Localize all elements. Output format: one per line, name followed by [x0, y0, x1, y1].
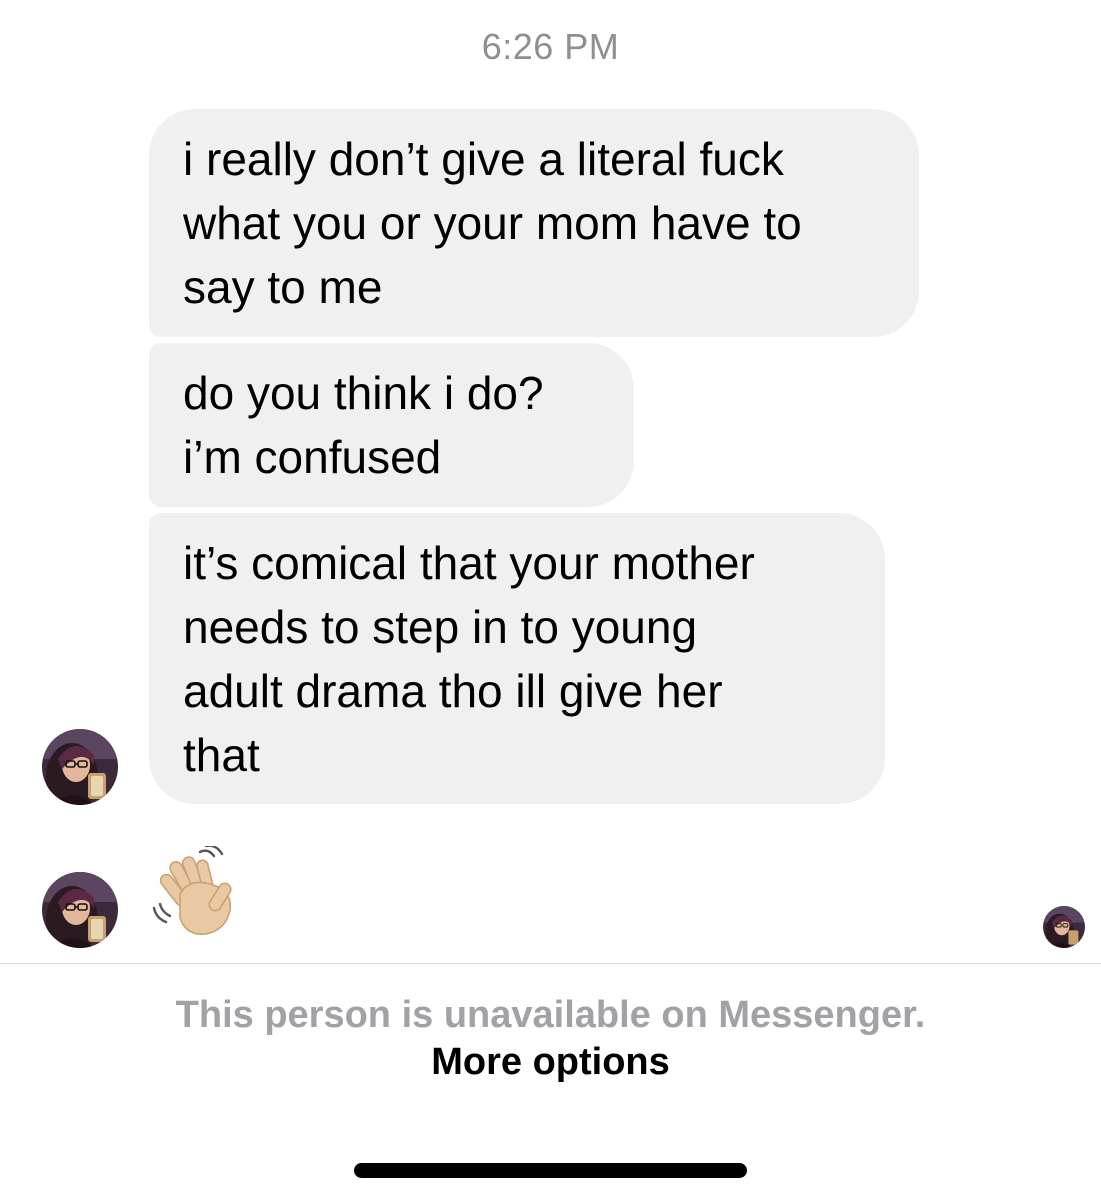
message-line: i’m confused — [183, 431, 442, 483]
message-timestamp: 6:26 PM — [481, 26, 620, 67]
message-bubble[interactable]: it’s comical that your mother needs to s… — [149, 513, 885, 804]
waving-hand-emoji[interactable] — [150, 844, 250, 938]
unavailable-notice: This person is unavailable on Messenger. — [175, 994, 926, 1036]
sender-avatar[interactable] — [42, 729, 118, 805]
message-line: say to me — [183, 261, 383, 313]
message-bubble[interactable]: i really don’t give a literal fuck what … — [149, 109, 919, 337]
home-indicator[interactable] — [354, 1163, 747, 1178]
seen-avatar — [1043, 906, 1085, 948]
message-line: what you or your mom have to — [183, 197, 802, 249]
more-options-button[interactable]: More options — [0, 1041, 1101, 1084]
footer-divider — [0, 963, 1101, 964]
message-bubble[interactable]: do you think i do? i’m confused — [149, 343, 634, 507]
message-line: adult drama tho ill give her — [183, 665, 723, 717]
message-line: do you think i do? — [183, 367, 544, 419]
message-line: that — [183, 729, 260, 781]
message-line: i really don’t give a literal fuck — [183, 133, 784, 185]
message-line: needs to step in to young — [183, 601, 698, 653]
message-line: it’s comical that your mother — [183, 537, 755, 589]
sender-avatar[interactable] — [42, 872, 118, 948]
